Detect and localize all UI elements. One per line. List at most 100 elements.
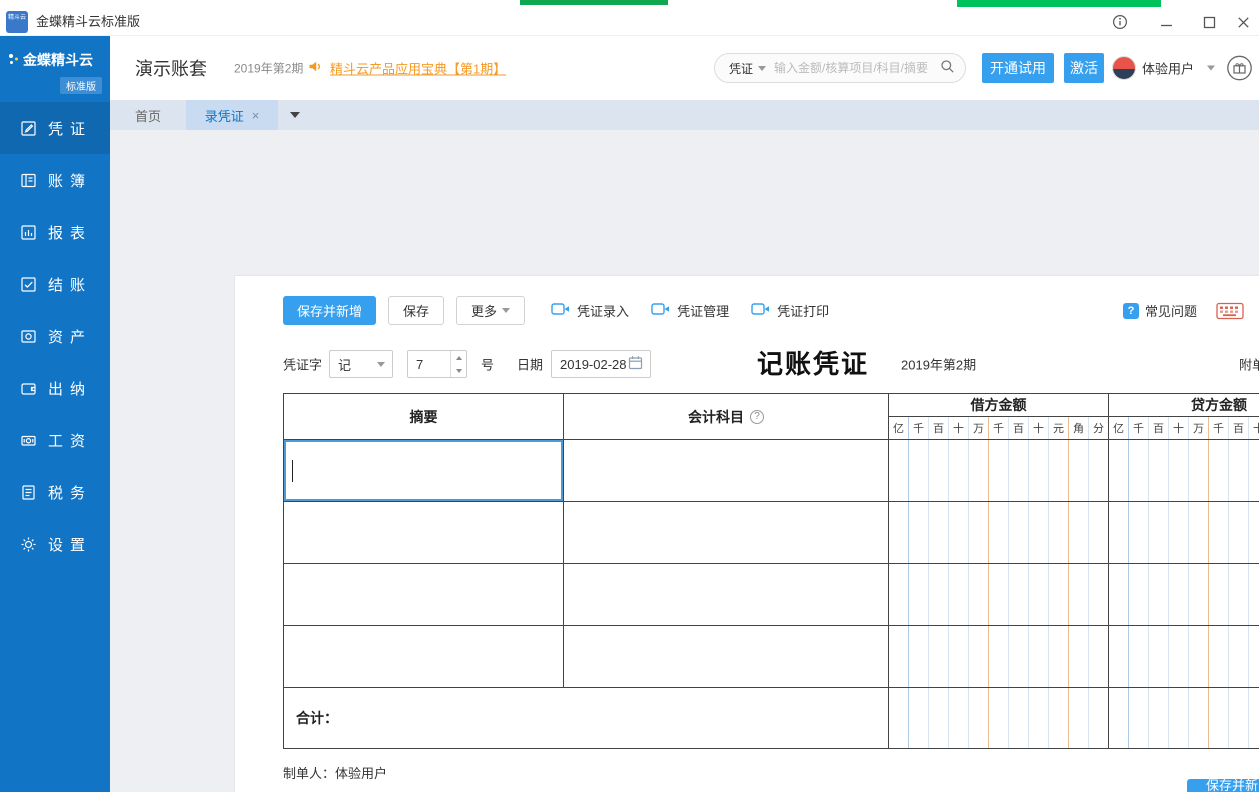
keyboard-icon[interactable] <box>1216 302 1244 323</box>
top-accent-bar-left <box>520 0 668 5</box>
more-button[interactable]: 更多 <box>456 296 525 325</box>
digit-cell <box>949 564 969 625</box>
summary-cell[interactable] <box>284 564 564 625</box>
activate-button[interactable]: 激活 <box>1064 53 1104 83</box>
digit-unit-label: 十 <box>1169 417 1189 439</box>
credit-amount-cell[interactable] <box>1109 440 1259 501</box>
sidebar-item-label: 设置 <box>48 534 92 555</box>
digit-cell <box>1229 502 1249 563</box>
save-and-new-button-bottom[interactable]: 保存并新增 <box>1187 779 1259 792</box>
digit-cell <box>1149 440 1169 501</box>
date-input[interactable]: 2019-02-28 <box>551 350 651 378</box>
video-link-label: 凭证管理 <box>677 301 729 320</box>
debit-amount-cell[interactable] <box>889 626 1109 687</box>
tab-home[interactable]: 首页 <box>110 100 186 130</box>
voucher-number-stepper[interactable]: 7 <box>407 350 467 378</box>
digit-cell <box>1069 502 1089 563</box>
digit-unit-label: 千 <box>1209 417 1229 439</box>
digit-cell <box>1049 502 1069 563</box>
digit-unit-label: 十 <box>1029 417 1049 439</box>
digit-cell <box>1249 626 1259 687</box>
faq-link[interactable]: ? 常见问题 <box>1123 301 1197 320</box>
info-icon[interactable] <box>1105 8 1135 36</box>
voucher-entry-card: 保存并新增 保存 更多 凭证录入 凭证管理 凭证打印 ? 常见问题 <box>234 275 1259 792</box>
voucher-entry-link[interactable]: 凭证录入 <box>551 301 629 320</box>
debit-amount-cell[interactable] <box>889 502 1109 563</box>
voucher-word-select[interactable]: 记 <box>329 350 393 378</box>
account-cell[interactable] <box>564 440 889 501</box>
sidebar-item-books[interactable]: 账簿 <box>0 154 110 206</box>
voucher-print-link[interactable]: 凭证打印 <box>751 301 829 320</box>
digit-cell <box>1029 626 1049 687</box>
account-cell[interactable] <box>564 502 889 563</box>
voucher-manage-link[interactable]: 凭证管理 <box>651 301 729 320</box>
digit-unit-label: 百 <box>1149 417 1169 439</box>
digit-unit-label: 百 <box>929 417 949 439</box>
closing-icon <box>20 276 37 293</box>
digit-cell <box>949 502 969 563</box>
credit-amount-cell[interactable] <box>1109 626 1259 687</box>
search-input[interactable] <box>774 61 940 75</box>
digit-cell <box>1169 564 1189 625</box>
help-icon[interactable]: ? <box>750 410 764 424</box>
save-button[interactable]: 保存 <box>388 296 444 325</box>
user-avatar[interactable] <box>1112 56 1136 80</box>
account-cell[interactable] <box>564 626 889 687</box>
tab-bar: 首页录凭证× <box>110 100 1259 130</box>
digit-cell <box>1129 626 1149 687</box>
user-menu-caret-icon[interactable] <box>1207 66 1215 71</box>
sidebar-item-reports[interactable]: 报表 <box>0 206 110 258</box>
faq-icon: ? <box>1123 303 1139 319</box>
save-and-new-button[interactable]: 保存并新增 <box>283 296 376 325</box>
credit-amount-cell[interactable] <box>1109 502 1259 563</box>
summary-cell[interactable] <box>284 502 564 563</box>
brand-logo-block: 金蝶精斗云 标准版 <box>0 36 110 100</box>
user-name[interactable]: 体验用户 <box>1142 59 1194 78</box>
payroll-icon <box>20 432 37 449</box>
gift-icon[interactable] <box>1226 55 1253 82</box>
sidebar-item-closing[interactable]: 结账 <box>0 258 110 310</box>
tab-new-voucher[interactable]: 录凭证× <box>186 100 278 130</box>
digit-cell <box>1029 564 1049 625</box>
sidebar-item-payroll[interactable]: 工资 <box>0 414 110 466</box>
tab-close-icon[interactable]: × <box>252 109 260 122</box>
debit-amount-cell[interactable] <box>889 440 1109 501</box>
sidebar-item-tax[interactable]: 税务 <box>0 466 110 518</box>
announcement-speaker-icon <box>308 60 324 77</box>
credit-amount-cell[interactable] <box>1109 564 1259 625</box>
search-icon[interactable] <box>940 59 955 77</box>
tab-list-dropdown-icon[interactable] <box>290 112 300 118</box>
minimize-button[interactable] <box>1151 8 1181 36</box>
logo-text: 金蝶精斗云 <box>23 50 93 70</box>
debit-amount-cell[interactable] <box>889 564 1109 625</box>
summary-cell[interactable] <box>284 626 564 687</box>
digit-unit-label: 十 <box>1249 417 1259 439</box>
digit-cell <box>1149 502 1169 563</box>
open-trial-button[interactable]: 开通试用 <box>982 53 1054 83</box>
voucher-row <box>284 502 1259 564</box>
sidebar-item-label: 账簿 <box>48 170 92 191</box>
sidebar-item-label: 资产 <box>48 326 92 347</box>
close-button[interactable] <box>1228 8 1258 36</box>
video-link-label: 凭证打印 <box>777 301 829 320</box>
digit-cell <box>1089 440 1108 501</box>
digit-cell <box>909 626 929 687</box>
number-down-icon[interactable] <box>451 364 466 377</box>
maximize-button[interactable] <box>1194 8 1224 36</box>
sidebar-item-assets[interactable]: 资产 <box>0 310 110 362</box>
settings-icon <box>20 536 37 553</box>
report-icon <box>20 224 37 241</box>
digit-cell <box>1109 626 1129 687</box>
summary-cell[interactable] <box>284 440 564 501</box>
number-up-icon[interactable] <box>451 351 466 364</box>
sidebar-item-voucher[interactable]: 凭证 <box>0 102 110 154</box>
promo-link[interactable]: 精斗云产品应用宝典【第1期】 <box>330 59 506 78</box>
search-category[interactable]: 凭证 <box>729 60 753 77</box>
account-cell[interactable] <box>564 564 889 625</box>
search-category-caret-icon[interactable] <box>758 66 766 71</box>
calendar-icon <box>628 355 643 373</box>
digit-cell <box>889 440 909 501</box>
sidebar-item-cashier[interactable]: 出纳 <box>0 362 110 414</box>
sidebar-item-settings[interactable]: 设置 <box>0 518 110 570</box>
video-link-label: 凭证录入 <box>577 301 629 320</box>
